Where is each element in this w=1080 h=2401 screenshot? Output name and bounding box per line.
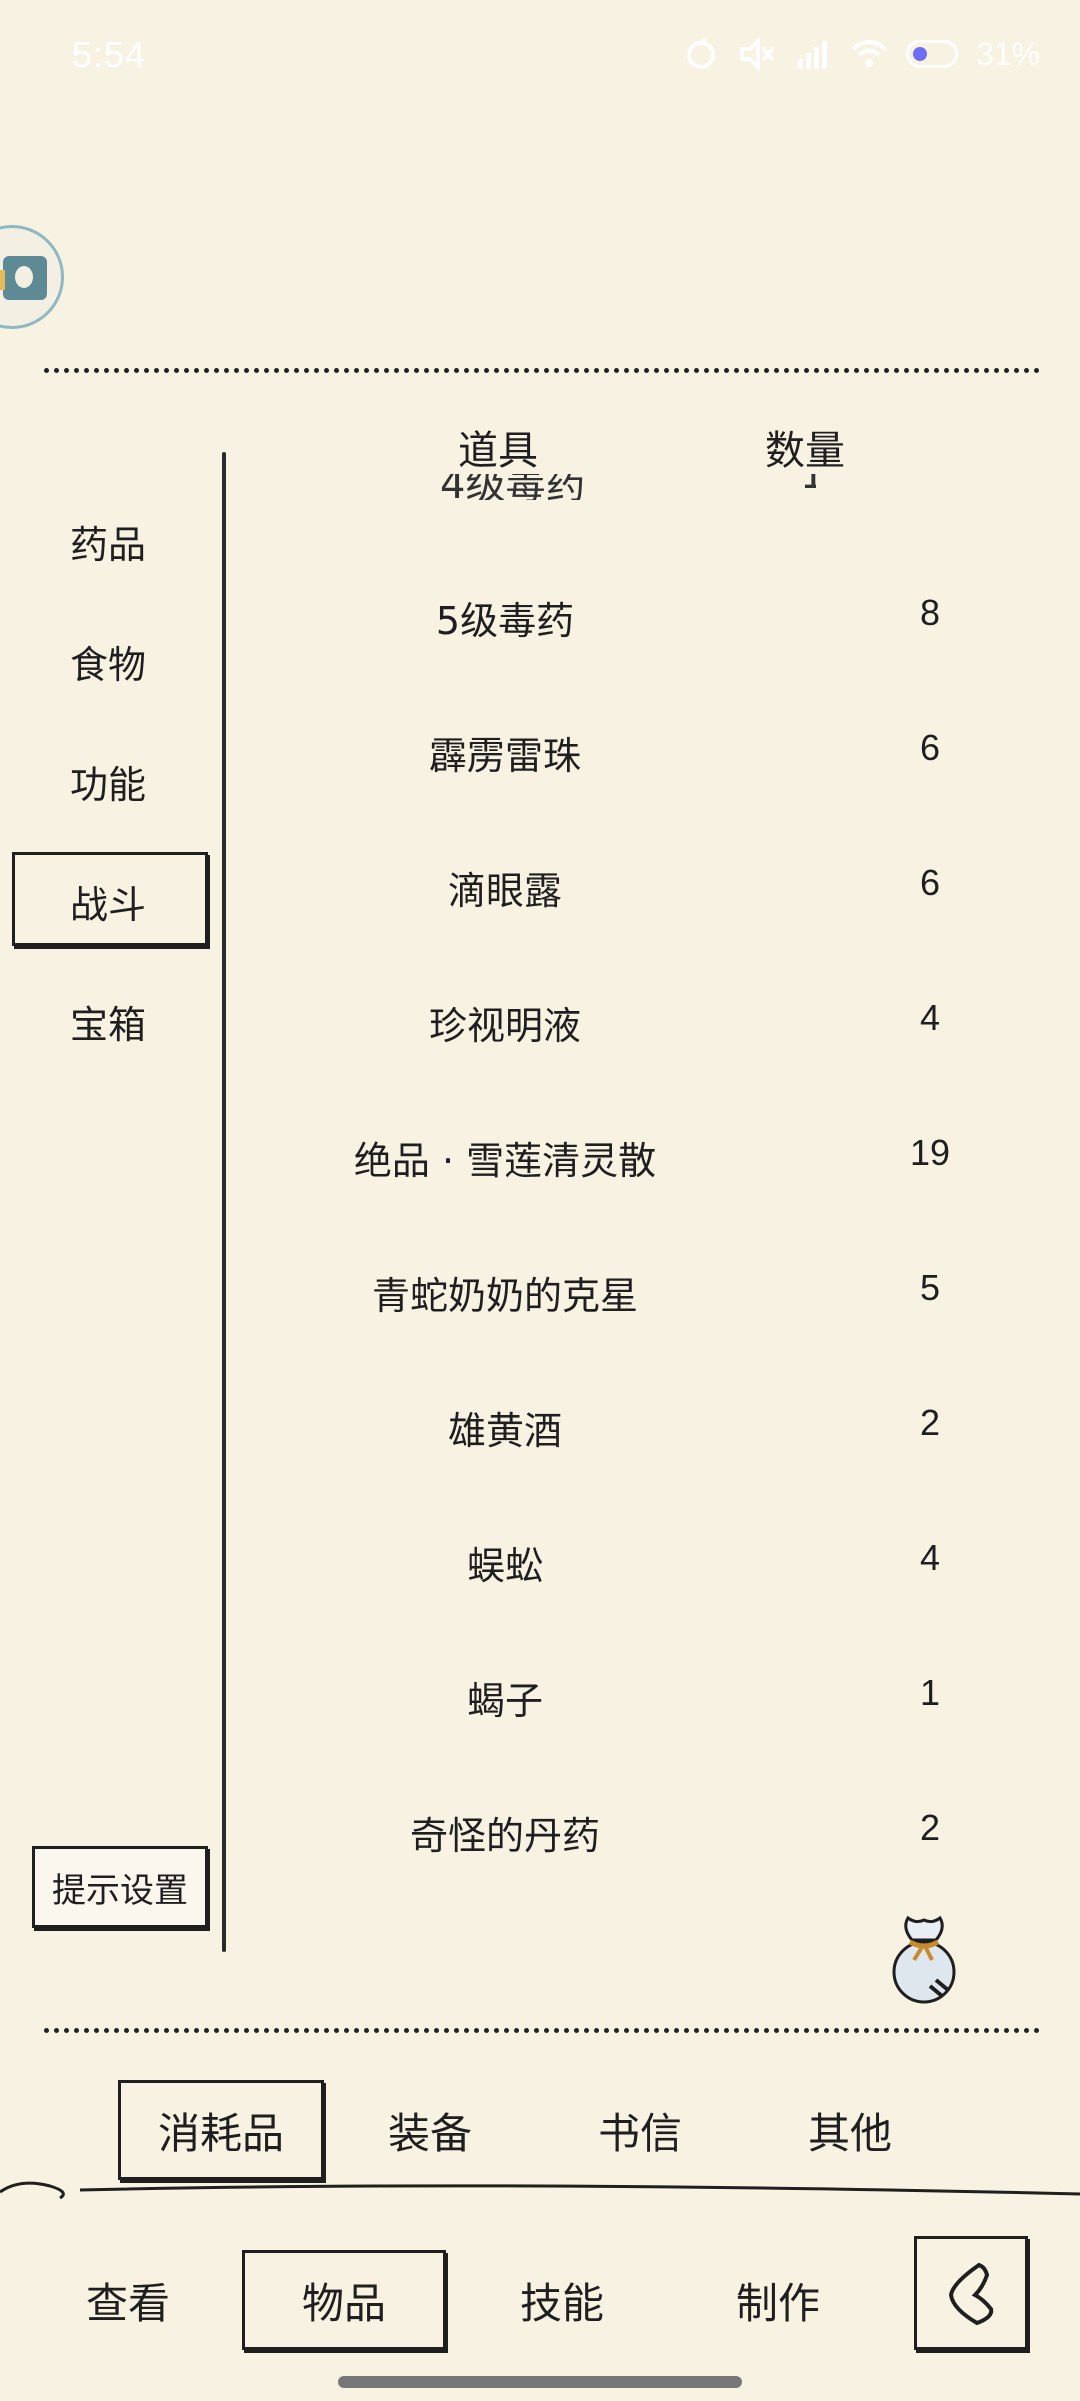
partial-row-name-text: 4级毒药 <box>440 474 586 500</box>
table-row[interactable]: 霹雳雷珠 6 <box>260 685 1020 819</box>
sidebar-item-function[interactable]: 功能 <box>70 754 146 809</box>
avatar-emblem-icon <box>0 256 47 300</box>
item-name: 5级毒药 <box>435 599 575 643</box>
table-row[interactable]: 雄黄酒 2 <box>260 1360 1020 1494</box>
battery-level: 31% <box>975 35 1040 72</box>
tab-other[interactable]: 其他 <box>770 2080 930 2180</box>
item-name: 蜈蚣 <box>466 1544 543 1588</box>
item-qty: 6 <box>919 862 941 903</box>
status-icons: 31% <box>682 34 1040 74</box>
status-bar: 5:54 31% <box>0 0 1080 110</box>
item-qty: 1 <box>919 1672 941 1713</box>
sidebar-item-medicine[interactable]: 药品 <box>70 514 146 569</box>
tab-consumables[interactable]: 消耗品 <box>118 2080 324 2180</box>
item-name: 滴眼露 <box>447 869 562 913</box>
dotted-divider-top <box>44 368 1040 373</box>
money-bag-icon[interactable] <box>884 1910 964 2010</box>
mute-icon <box>740 36 775 72</box>
tab-equipment[interactable]: 装备 <box>350 2080 510 2180</box>
table-row[interactable]: 滴眼露 6 <box>260 820 1020 954</box>
back-button[interactable] <box>914 2236 1028 2350</box>
nav-view[interactable]: 查看 <box>48 2250 208 2350</box>
battery-icon <box>905 40 958 68</box>
table-row[interactable]: 绝品 · 雪莲清灵散 19 <box>260 1090 1020 1224</box>
item-name: 绝品 · 雪莲清灵散 <box>353 1139 657 1183</box>
item-name: 青蛇奶奶的克星 <box>371 1274 638 1318</box>
item-qty: 2 <box>919 1807 941 1848</box>
item-qty: 8 <box>919 592 941 633</box>
partial-row-qty-text: 1 <box>800 474 816 498</box>
status-time: 5:54 <box>72 34 147 75</box>
item-name: 珍视明液 <box>428 1004 581 1048</box>
table-row[interactable]: 蝎子 1 <box>260 1630 1020 1764</box>
brush-divider <box>0 2181 1080 2200</box>
table-row[interactable]: 奇怪的丹药 2 <box>260 1765 1020 1899</box>
hint-settings-button[interactable]: 提示设置 <box>32 1846 208 1928</box>
back-arrow-icon <box>948 2262 994 2326</box>
header-quantity: 数量 <box>765 428 845 474</box>
nav-skills[interactable]: 技能 <box>482 2250 642 2350</box>
item-qty: 4 <box>919 1537 941 1578</box>
item-name: 蝎子 <box>466 1679 543 1723</box>
table-row[interactable]: 蜈蚣 4 <box>260 1495 1020 1629</box>
item-name: 霹雳雷珠 <box>428 734 581 778</box>
alarm-icon <box>686 37 715 69</box>
nav-craft[interactable]: 制作 <box>698 2250 858 2350</box>
dotted-divider-bottom <box>44 2028 1040 2033</box>
item-qty: 6 <box>919 727 941 768</box>
sidebar-item-food[interactable]: 食物 <box>70 634 146 689</box>
sidebar-divider <box>222 452 226 1952</box>
item-qty: 19 <box>909 1132 951 1173</box>
table-row[interactable]: 5级毒药 8 <box>260 550 1020 684</box>
sidebar-item-chest[interactable]: 宝箱 <box>70 994 146 1049</box>
wifi-icon <box>851 40 887 67</box>
item-name: 雄黄酒 <box>447 1409 562 1453</box>
partial-row-qty: 1 <box>800 474 816 500</box>
partial-row-name: 4级毒药 <box>440 474 620 500</box>
home-indicator[interactable] <box>338 2376 742 2388</box>
header-item: 道具 <box>458 428 538 474</box>
signal-icon <box>797 41 827 69</box>
item-name: 奇怪的丹药 <box>409 1814 600 1858</box>
item-qty: 2 <box>919 1402 941 1443</box>
item-qty: 4 <box>919 997 941 1038</box>
table-row[interactable]: 青蛇奶奶的克星 5 <box>260 1225 1020 1359</box>
tab-letters[interactable]: 书信 <box>560 2080 720 2180</box>
sidebar-item-combat[interactable]: 战斗 <box>70 874 146 929</box>
item-qty: 5 <box>919 1267 941 1308</box>
player-avatar[interactable] <box>0 225 64 329</box>
nav-items[interactable]: 物品 <box>242 2250 446 2350</box>
table-row[interactable]: 珍视明液 4 <box>260 955 1020 1089</box>
